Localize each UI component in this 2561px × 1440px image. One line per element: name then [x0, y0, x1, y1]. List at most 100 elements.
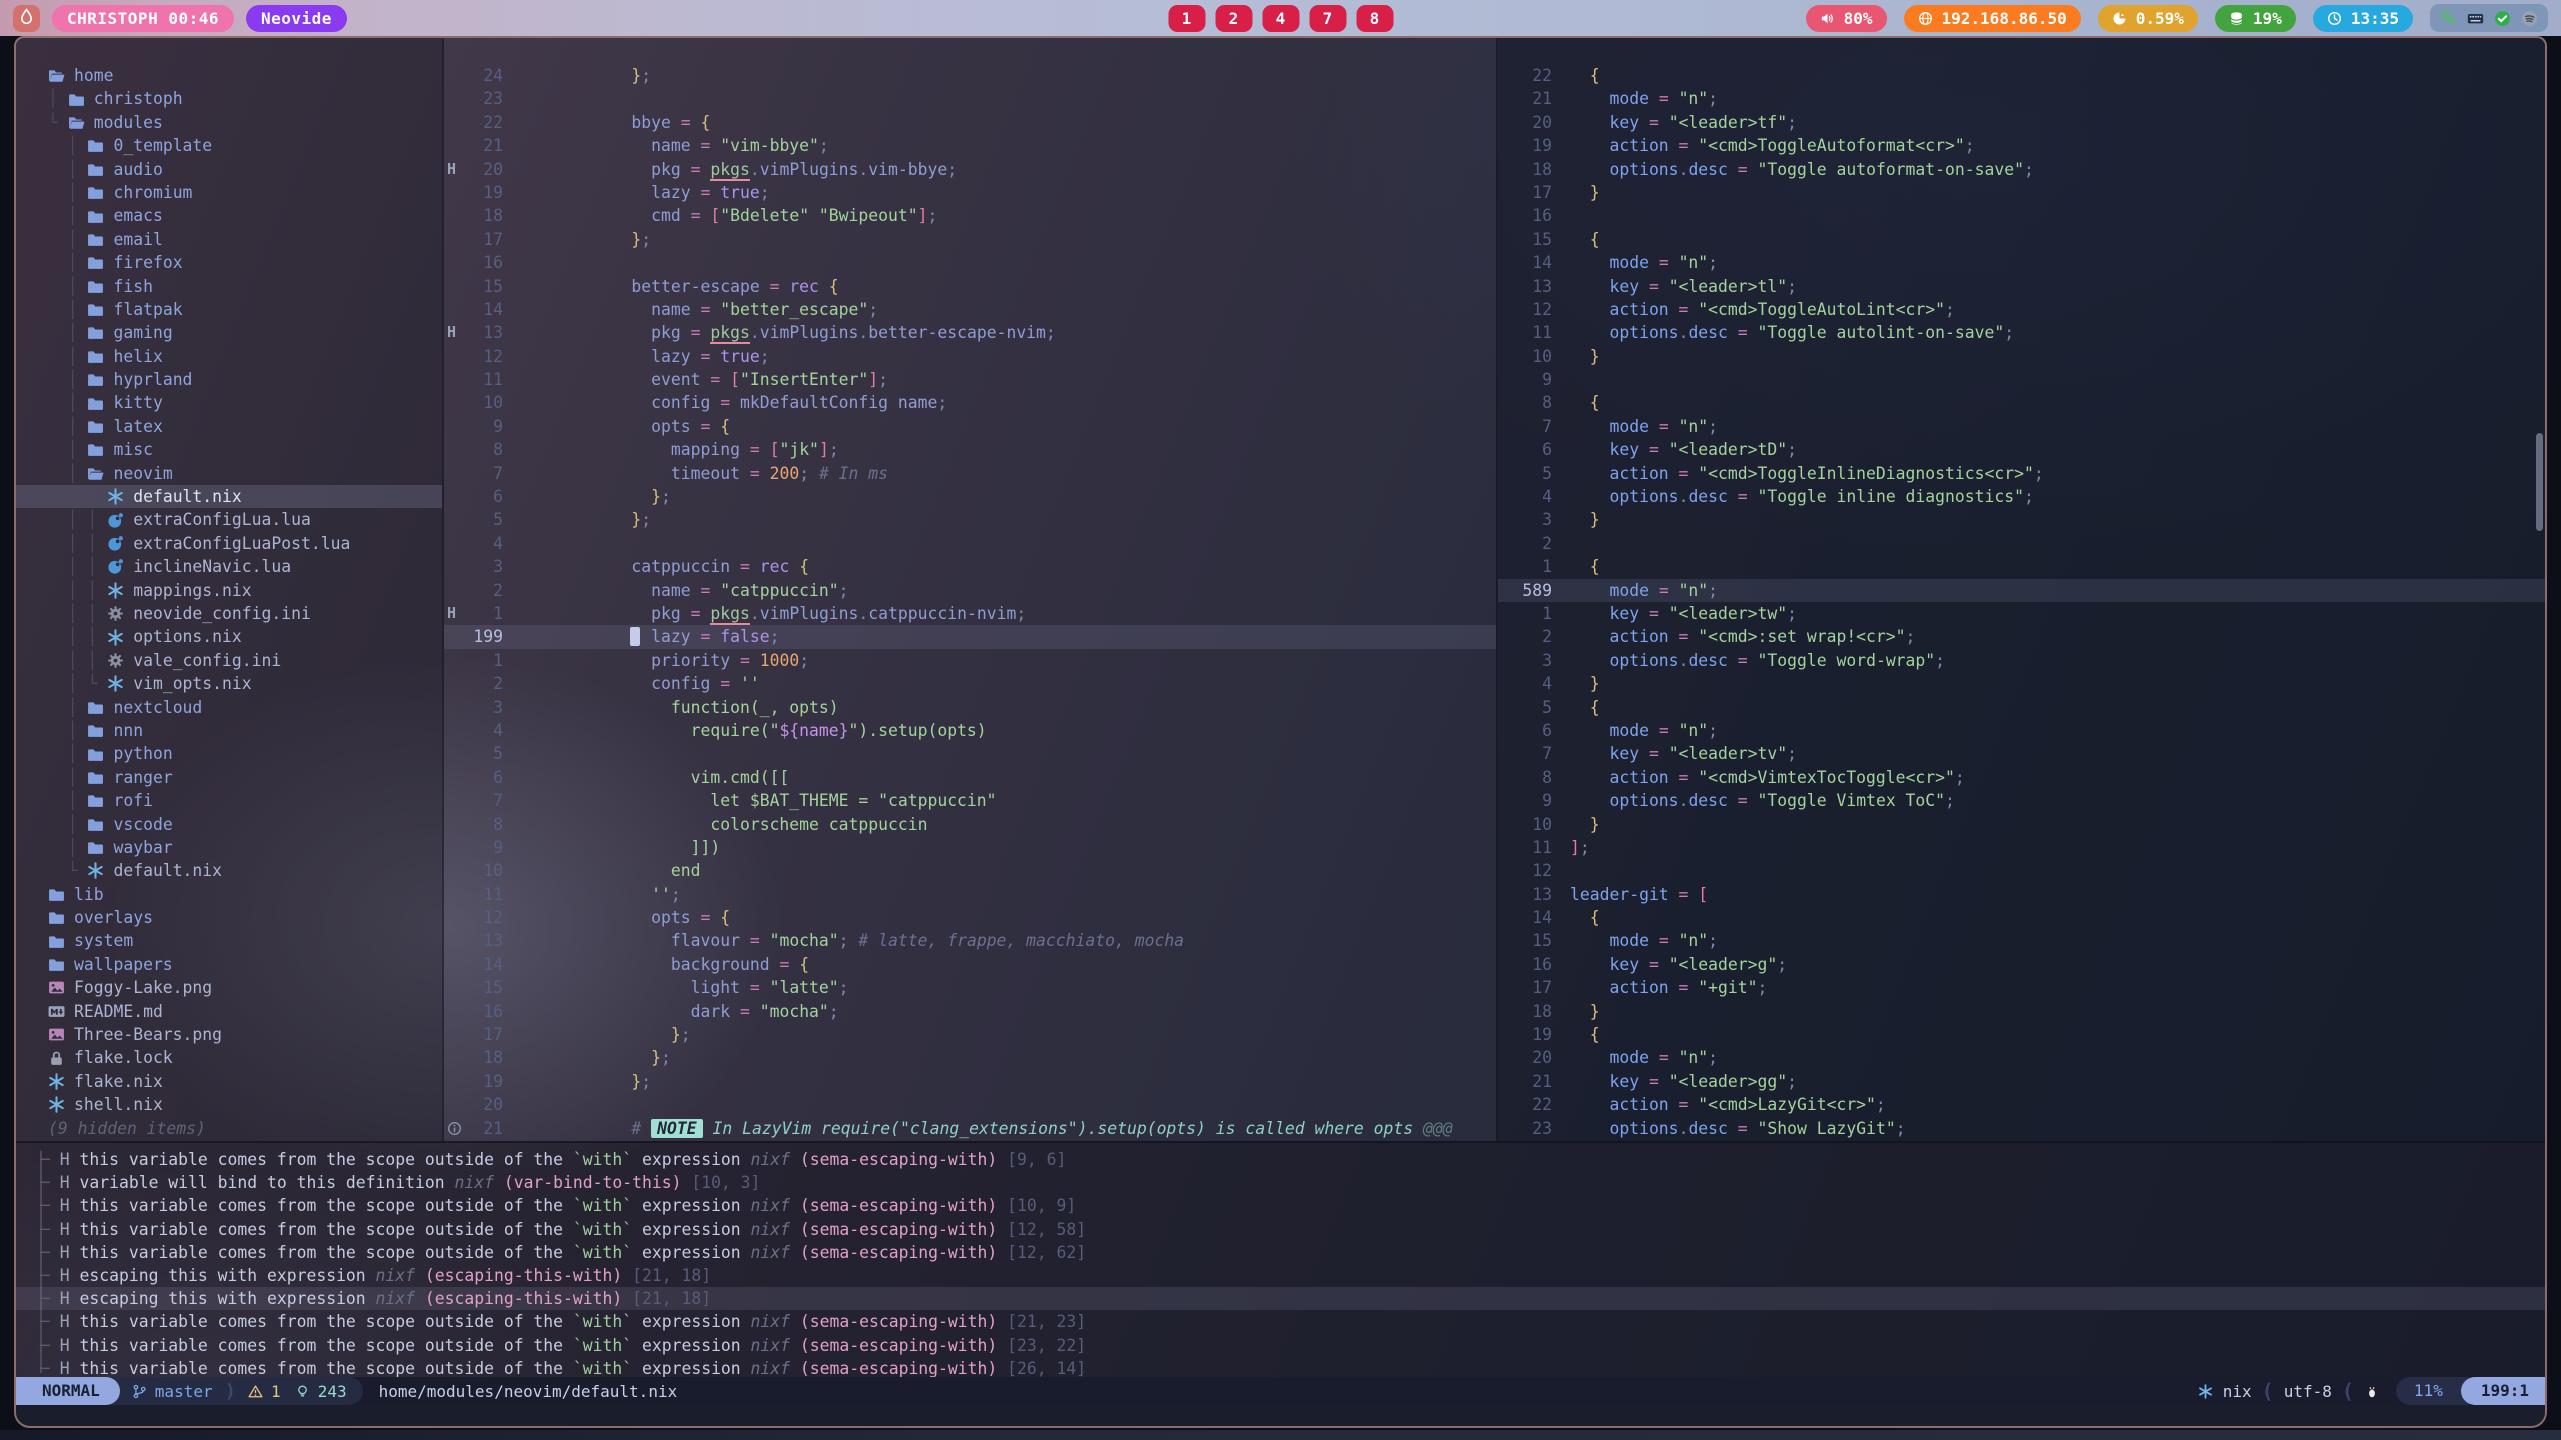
- tree-item-overlays[interactable]: overlays: [16, 906, 442, 929]
- cpu-load-indicator[interactable]: 0.59%: [2098, 5, 2198, 32]
- workspace-8[interactable]: 8: [1356, 5, 1393, 32]
- code-line[interactable]: 199 lazy = false;: [444, 625, 1496, 648]
- code-line[interactable]: 8 {: [1498, 391, 2545, 414]
- tree-item--9-hidden-items-[interactable]: (9 hidden items): [16, 1117, 442, 1140]
- diagnostic-row[interactable]: ─ H this variable comes from the scope o…: [16, 1334, 2545, 1357]
- key-icon[interactable]: [2440, 10, 2457, 27]
- code-line[interactable]: 13leader-git = [: [1498, 883, 2545, 906]
- code-line[interactable]: 16 key = "<leader>g";: [1498, 953, 2545, 976]
- code-line[interactable]: 16 dark = "mocha";: [444, 1000, 1496, 1023]
- code-line[interactable]: 23: [444, 87, 1496, 110]
- tree-item-helix[interactable]: │ helix: [16, 345, 442, 368]
- diagnostic-row[interactable]: ─ H escaping this with expression nixf (…: [16, 1287, 2545, 1310]
- code-line[interactable]: 17 action = "+git";: [1498, 976, 2545, 999]
- tree-item-flatpak[interactable]: │ flatpak: [16, 298, 442, 321]
- tree-item-flake.lock[interactable]: flake.lock: [16, 1046, 442, 1069]
- launcher-button[interactable]: [13, 5, 40, 32]
- tree-item-shell.nix[interactable]: shell.nix: [16, 1093, 442, 1116]
- code-line[interactable]: 8 mapping = ["jk"];: [444, 438, 1496, 461]
- tree-item-kitty[interactable]: │ kitty: [16, 391, 442, 414]
- keyboard-icon[interactable]: [2467, 10, 2484, 27]
- tree-item-nextcloud[interactable]: │ nextcloud: [16, 696, 442, 719]
- code-line[interactable]: 9: [1498, 368, 2545, 391]
- code-line[interactable]: 2 name = "catppuccin";: [444, 579, 1496, 602]
- code-line[interactable]: 12 action = "<cmd>ToggleAutoLint<cr>";: [1498, 298, 2545, 321]
- tree-item-default.nix[interactable]: └ default.nix: [16, 859, 442, 882]
- diagnostic-row[interactable]: ─ H this variable comes from the scope o…: [16, 1194, 2545, 1217]
- tree-item-waybar[interactable]: │ waybar: [16, 836, 442, 859]
- tree-item-extraconfigluapost.lua[interactable]: │ │ extraConfigLuaPost.lua: [16, 532, 442, 555]
- code-line[interactable]: H1 pkg = pkgs.vimPlugins.catppuccin-nvim…: [444, 602, 1496, 625]
- tree-item-rofi[interactable]: │ rofi: [16, 789, 442, 812]
- code-line[interactable]: 4: [444, 532, 1496, 555]
- code-line[interactable]: 589 mode = "n";: [1498, 579, 2545, 602]
- workspace-7[interactable]: 7: [1309, 5, 1346, 32]
- code-line[interactable]: 16: [444, 251, 1496, 274]
- code-line[interactable]: 16: [1498, 204, 2545, 227]
- code-line[interactable]: H20 pkg = pkgs.vimPlugins.vim-bbye;: [444, 158, 1496, 181]
- code-line[interactable]: 13 key = "<leader>tl";: [1498, 275, 2545, 298]
- code-line[interactable]: 9 options.desc = "Toggle Vimtex ToC";: [1498, 789, 2545, 812]
- tree-item-hyprland[interactable]: │ hyprland: [16, 368, 442, 391]
- code-line[interactable]: 10 }: [1498, 345, 2545, 368]
- code-line[interactable]: 21 mode = "n";: [1498, 87, 2545, 110]
- code-line[interactable]: 18 options.desc = "Toggle autoformat-on-…: [1498, 158, 2545, 181]
- tree-item-mappings.nix[interactable]: │ │ mappings.nix: [16, 579, 442, 602]
- code-line[interactable]: 4 options.desc = "Toggle inline diagnost…: [1498, 485, 2545, 508]
- code-line[interactable]: 18 }: [1498, 1000, 2545, 1023]
- clock-indicator[interactable]: 13:35: [2313, 5, 2413, 32]
- tree-item-vim-opts.nix[interactable]: │ └ vim_opts.nix: [16, 672, 442, 695]
- editor-pane-right[interactable]: 22 {21 mode = "n";20 key = "<leader>tf";…: [1498, 38, 2545, 1141]
- code-line[interactable]: 21 name = "vim-bbye";: [444, 134, 1496, 157]
- code-line[interactable]: 7 timeout = 200; # In ms: [444, 462, 1496, 485]
- code-line[interactable]: 5 {: [1498, 696, 2545, 719]
- code-line[interactable]: 11 '';: [444, 883, 1496, 906]
- tree-item-audio[interactable]: │ audio: [16, 158, 442, 181]
- code-line[interactable]: 9 ]]): [444, 836, 1496, 859]
- code-line[interactable]: 8 colorscheme catppuccin: [444, 813, 1496, 836]
- code-line[interactable]: 7 let $BAT_THEME = "catppuccin": [444, 789, 1496, 812]
- code-line[interactable]: 3 }: [1498, 508, 2545, 531]
- code-line[interactable]: 6 key = "<leader>tD";: [1498, 438, 2545, 461]
- tree-item-0-template[interactable]: │ 0_template: [16, 134, 442, 157]
- code-line[interactable]: 14 {: [1498, 906, 2545, 929]
- diagnostic-row[interactable]: ─ H this variable comes from the scope o…: [16, 1357, 2545, 1377]
- tree-item-vscode[interactable]: │ vscode: [16, 813, 442, 836]
- memory-indicator[interactable]: 19%: [2215, 5, 2296, 32]
- tree-item-emacs[interactable]: │ emacs: [16, 204, 442, 227]
- tree-item-chromium[interactable]: │ chromium: [16, 181, 442, 204]
- tree-item-neovim[interactable]: │ neovim: [16, 462, 442, 485]
- code-line[interactable]: 1 key = "<leader>tw";: [1498, 602, 2545, 625]
- code-line[interactable]: 23 options.desc = "Show LazyGit";: [1498, 1117, 2545, 1140]
- tree-item-ranger[interactable]: │ ranger: [16, 766, 442, 789]
- code-line[interactable]: 22 bbye = {: [444, 111, 1496, 134]
- code-line[interactable]: 5 action = "<cmd>ToggleInlineDiagnostics…: [1498, 462, 2545, 485]
- tree-item-gaming[interactable]: │ gaming: [16, 321, 442, 344]
- code-line[interactable]: 3 options.desc = "Toggle word-wrap";: [1498, 649, 2545, 672]
- code-line[interactable]: 1 priority = 1000;: [444, 649, 1496, 672]
- code-line[interactable]: 1 {: [1498, 555, 2545, 578]
- file-explorer[interactable]: home│ christoph└ modules │ 0_template │ …: [16, 38, 442, 1141]
- code-line[interactable]: 20: [444, 1093, 1496, 1116]
- code-line[interactable]: 4 require("${name}").setup(opts): [444, 719, 1496, 742]
- code-line[interactable]: 12: [1498, 859, 2545, 882]
- code-line[interactable]: 14 mode = "n";: [1498, 251, 2545, 274]
- code-line[interactable]: 24 };: [444, 64, 1496, 87]
- code-line[interactable]: 10 }: [1498, 813, 2545, 836]
- code-line[interactable]: 15 better-escape = rec {: [444, 275, 1496, 298]
- code-line[interactable]: 19 {: [1498, 1023, 2545, 1046]
- tree-item-readme.md[interactable]: README.md: [16, 1000, 442, 1023]
- code-line[interactable]: 17 }: [1498, 181, 2545, 204]
- code-line[interactable]: H13 pkg = pkgs.vimPlugins.better-escape-…: [444, 321, 1496, 344]
- code-line[interactable]: 10 config = mkDefaultConfig name;: [444, 391, 1496, 414]
- diagnostic-row[interactable]: ─ H this variable comes from the scope o…: [16, 1148, 2545, 1171]
- tree-item-python[interactable]: │ python: [16, 742, 442, 765]
- tree-item-flake.nix[interactable]: flake.nix: [16, 1070, 442, 1093]
- tree-item-lib[interactable]: lib: [16, 883, 442, 906]
- check-icon[interactable]: [2494, 10, 2511, 27]
- code-line[interactable]: 21 # NOTE In LazyVim require("clang_exte…: [444, 1117, 1496, 1140]
- code-line[interactable]: 21 key = "<leader>gg";: [1498, 1070, 2545, 1093]
- app-name-pill[interactable]: Neovide: [246, 5, 347, 32]
- code-line[interactable]: 17 };: [444, 1023, 1496, 1046]
- code-line[interactable]: 9 opts = {: [444, 415, 1496, 438]
